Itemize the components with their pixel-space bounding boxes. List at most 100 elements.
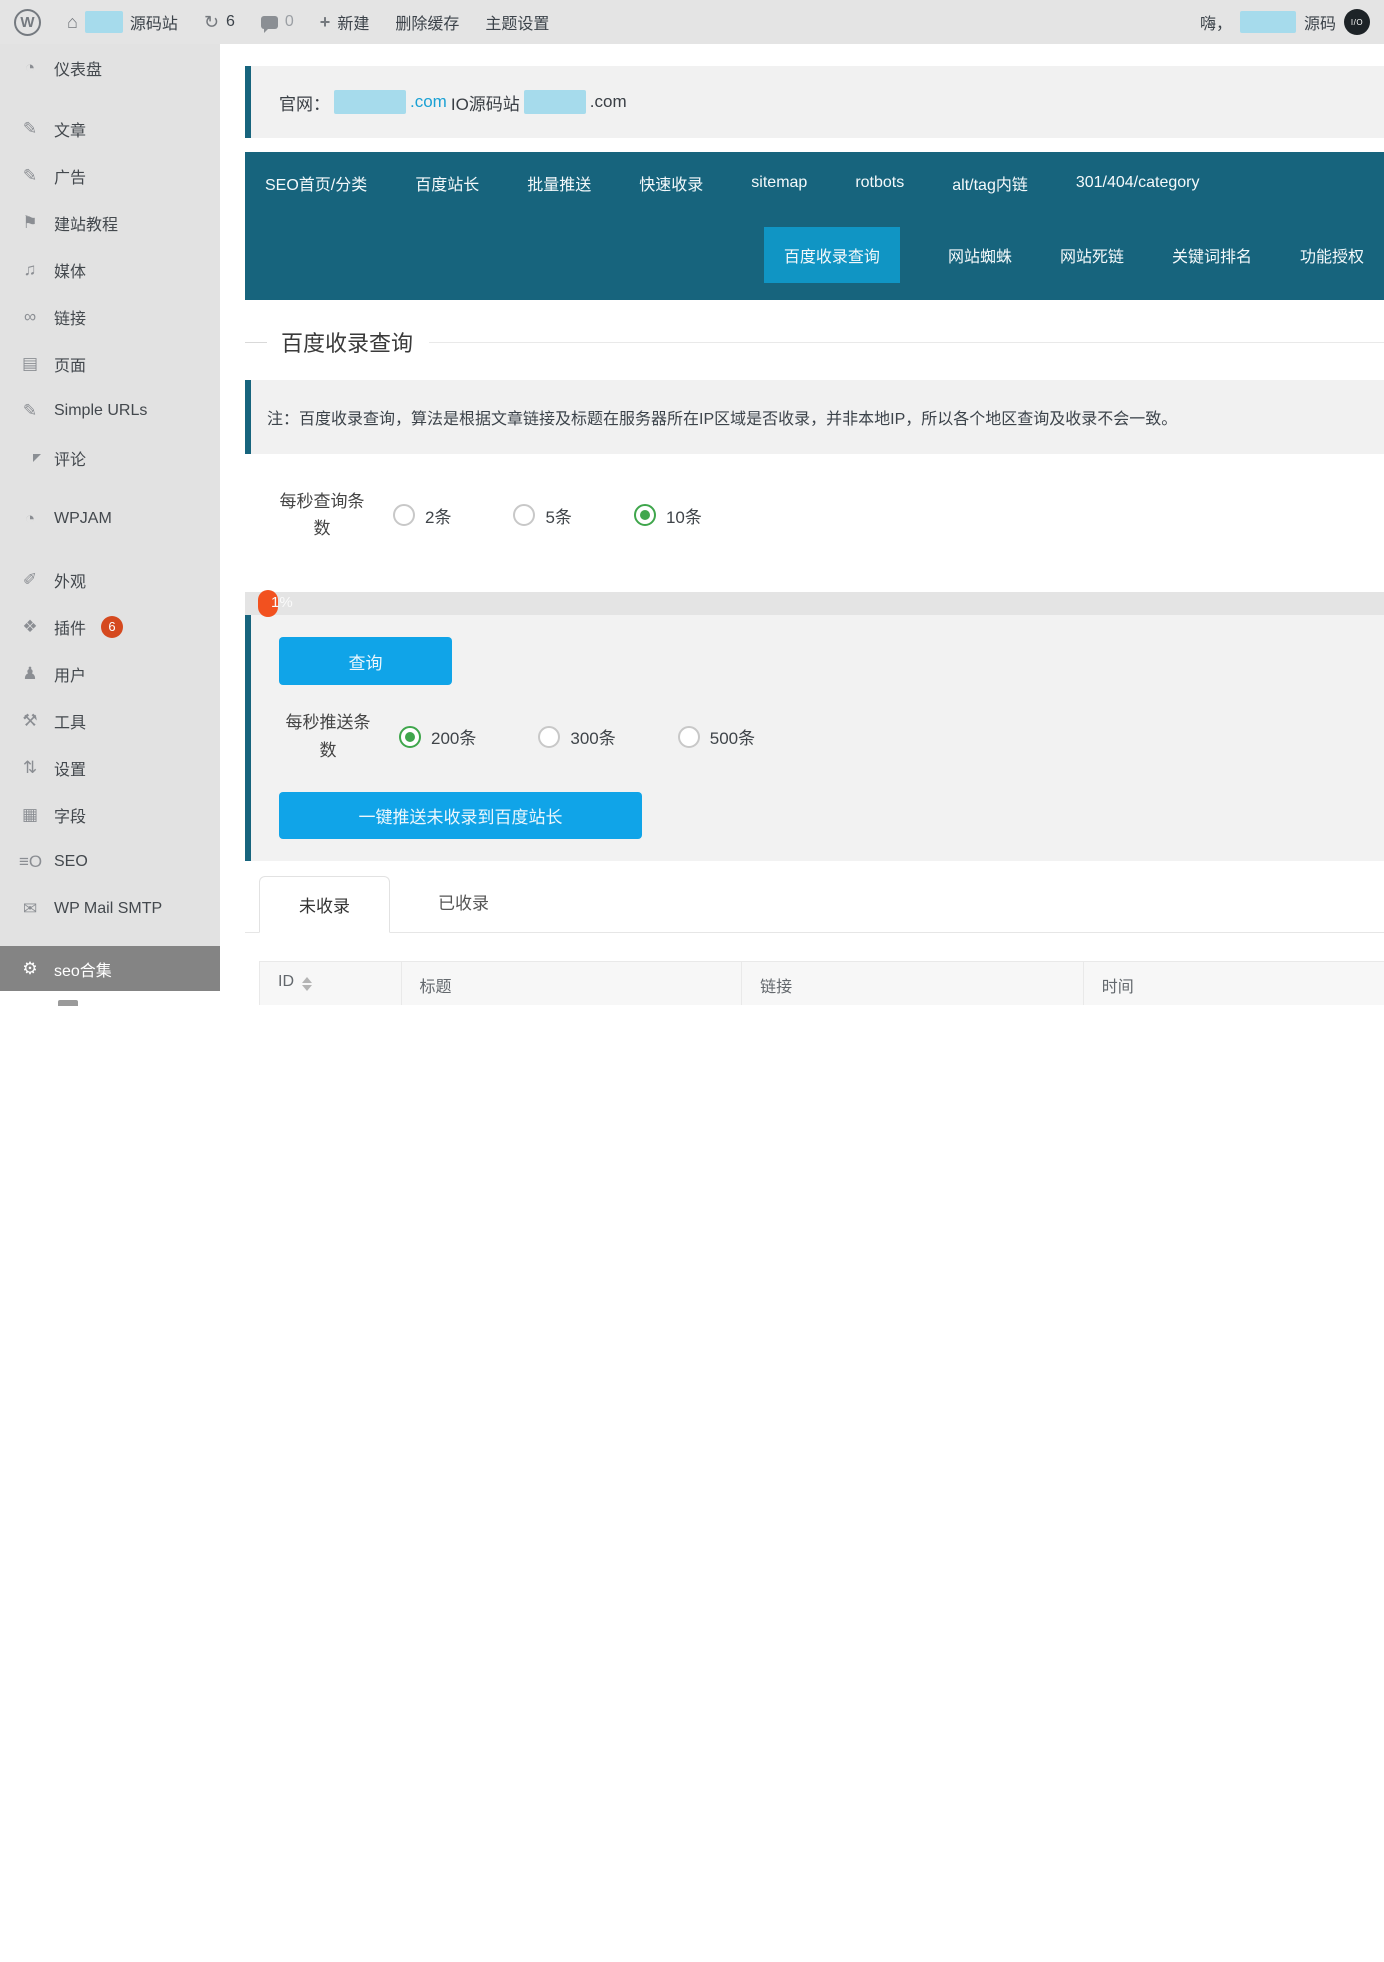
admin-bar: W ⌂ 源码站 ↻ 6 0 + 新建 删除缓存 主题设置 嗨， 源码 I/O <box>0 0 1384 44</box>
censored-domain <box>524 90 586 114</box>
algorithm-note: 注：百度收录查询，算法是根据文章链接及标题在服务器所在IP区域是否收录，并非本地… <box>245 380 1384 454</box>
plus-icon: + <box>320 12 331 33</box>
official-site-notice: 官网： .com IO源码站 .com <box>245 66 1384 138</box>
username: 源码 <box>1304 10 1336 34</box>
sidebar-item-label: 仪表盘 <box>54 56 102 80</box>
sidebar-item-label: 用户 <box>54 662 86 686</box>
sidebar-item-label: 广告 <box>54 164 86 188</box>
new-content-button[interactable]: + 新建 <box>320 10 370 34</box>
sidebar-item-links[interactable]: ∞ 链接 <box>0 293 220 340</box>
updates-button[interactable]: ↻ 6 <box>204 12 235 33</box>
sidebar-item-settings[interactable]: ⇅ 设置 <box>0 744 220 791</box>
domain-link[interactable]: .com <box>410 92 447 112</box>
sliders-icon: ⇅ <box>19 758 41 778</box>
nav-tab-keyword-rank[interactable]: 关键词排名 <box>1172 239 1252 271</box>
account-menu[interactable]: 嗨， 源码 I/O <box>1200 9 1370 35</box>
clear-cache-label: 删除缓存 <box>395 10 459 34</box>
nav-tab-seo-home[interactable]: SEO首页/分类 <box>265 167 367 199</box>
nav-tab-feature-license[interactable]: 功能授权 <box>1300 239 1364 271</box>
comments-button[interactable]: 0 <box>261 13 294 31</box>
radio-circle <box>393 504 415 526</box>
nav-tab-301-404-category[interactable]: 301/404/category <box>1076 170 1200 196</box>
sidebar-item-comments[interactable]: 评论 <box>0 434 220 481</box>
sidebar-item-posts[interactable]: ✎ 文章 <box>0 105 220 152</box>
plugins-update-badge: 6 <box>101 616 123 638</box>
wordpress-menu[interactable]: W <box>14 9 41 36</box>
sidebar-item-ads[interactable]: ✎ 广告 <box>0 152 220 199</box>
column-header-link: 链接 <box>741 962 1083 1005</box>
pin-icon: ✎ <box>19 401 41 421</box>
censored-username <box>1240 11 1296 33</box>
comments-count: 0 <box>285 13 294 31</box>
progress-bar: 1% <box>245 592 1384 615</box>
sidebar-item-pages[interactable]: ▤ 页面 <box>0 340 220 387</box>
radio-label: 500条 <box>710 724 755 749</box>
column-label: 链接 <box>760 973 792 997</box>
sidebar-item-label: 工具 <box>54 709 86 733</box>
submenu-partial-item[interactable] <box>58 1000 78 1006</box>
title-left-rule <box>245 342 267 343</box>
radio-200-per-sec[interactable]: 200条 <box>399 724 476 749</box>
home-icon: ⌂ <box>67 12 78 33</box>
theme-settings-button[interactable]: 主题设置 <box>485 10 549 34</box>
title-right-rule <box>429 342 1384 343</box>
push-rate-options: 200条 300条 500条 <box>399 724 755 749</box>
radio-label: 5条 <box>545 503 571 528</box>
push-all-unindexed-button[interactable]: 一键推送未收录到百度站长 <box>279 792 642 839</box>
query-button[interactable]: 查询 <box>279 637 452 685</box>
notice-prefix: 官网： <box>279 90 330 115</box>
radio-circle-selected <box>634 504 656 526</box>
site-link[interactable]: ⌂ 源码站 <box>67 10 178 34</box>
new-label: 新建 <box>337 10 369 34</box>
sidebar-item-wpjam[interactable]: ◔ WPJAM <box>0 495 220 542</box>
sidebar-item-simple-urls[interactable]: ✎ Simple URLs <box>0 387 220 434</box>
page-title: 百度收录查询 <box>281 326 413 358</box>
sidebar-item-label: 评论 <box>54 446 86 470</box>
pin-icon: ✎ <box>19 166 41 186</box>
nav-tab-rotbots[interactable]: rotbots <box>855 170 904 196</box>
nav-tab-dead-links[interactable]: 网站死链 <box>1060 239 1124 271</box>
tab-indexed[interactable]: 已收录 <box>438 889 489 932</box>
nav-tab-fast-index[interactable]: 快速收录 <box>639 167 703 199</box>
sidebar-item-wp-mail-smtp[interactable]: ✉ WP Mail SMTP <box>0 885 220 932</box>
pages-icon: ▤ <box>19 354 41 374</box>
radio-circle <box>538 726 560 748</box>
radio-10-per-sec[interactable]: 10条 <box>634 503 702 528</box>
sort-icon[interactable] <box>302 977 312 991</box>
greeting-text: 嗨， <box>1200 10 1232 34</box>
radio-500-per-sec[interactable]: 500条 <box>678 724 755 749</box>
sidebar-item-label: 设置 <box>54 756 86 780</box>
radio-2-per-sec[interactable]: 2条 <box>393 503 451 528</box>
column-label: 标题 <box>420 973 452 997</box>
sidebar-item-label: Simple URLs <box>54 402 147 420</box>
user-icon: ♟ <box>19 664 41 684</box>
nav-tab-sitemap[interactable]: sitemap <box>751 170 807 196</box>
nav-tab-baidu-index-query[interactable]: 百度收录查询 <box>764 227 900 283</box>
sidebar-item-label: seo合集 <box>54 957 112 981</box>
sidebar-item-seo[interactable]: ≡O SEO <box>0 838 220 885</box>
seo-tabs-nav: SEO首页/分类 百度站长 批量推送 快速收录 sitemap rotbots … <box>245 152 1384 300</box>
progress-percent: 1% <box>271 594 293 611</box>
page-header: 百度收录查询 <box>245 326 1384 358</box>
seo-icon: ≡O <box>19 852 41 872</box>
nav-tab-alt-tag-links[interactable]: alt/tag内链 <box>952 167 1028 199</box>
sidebar-item-tutorials[interactable]: ⚑ 建站教程 <box>0 199 220 246</box>
radio-300-per-sec[interactable]: 300条 <box>538 724 615 749</box>
tab-unindexed[interactable]: 未收录 <box>259 876 390 933</box>
nav-tab-batch-push[interactable]: 批量推送 <box>527 167 591 199</box>
query-rate-options: 2条 5条 10条 <box>393 503 702 528</box>
sidebar-item-appearance[interactable]: ✐ 外观 <box>0 556 220 603</box>
dashboard-icon: ◔ <box>19 509 41 529</box>
sidebar-item-fields[interactable]: ▦ 字段 <box>0 791 220 838</box>
brush-icon: ✐ <box>19 570 41 590</box>
sidebar-item-seo-collection[interactable]: ⚙ seo合集 <box>0 946 220 991</box>
nav-tab-site-spider[interactable]: 网站蜘蛛 <box>948 239 1012 271</box>
sidebar-item-users[interactable]: ♟ 用户 <box>0 650 220 697</box>
radio-5-per-sec[interactable]: 5条 <box>513 503 571 528</box>
sidebar-item-tools[interactable]: ⚒ 工具 <box>0 697 220 744</box>
sidebar-item-dashboard[interactable]: ◔ 仪表盘 <box>0 44 220 91</box>
clear-cache-button[interactable]: 删除缓存 <box>395 10 459 34</box>
sidebar-item-plugins[interactable]: ❖ 插件 6 <box>0 603 220 650</box>
nav-tab-baidu-webmaster[interactable]: 百度站长 <box>415 167 479 199</box>
sidebar-item-media[interactable]: ♫ 媒体 <box>0 246 220 293</box>
